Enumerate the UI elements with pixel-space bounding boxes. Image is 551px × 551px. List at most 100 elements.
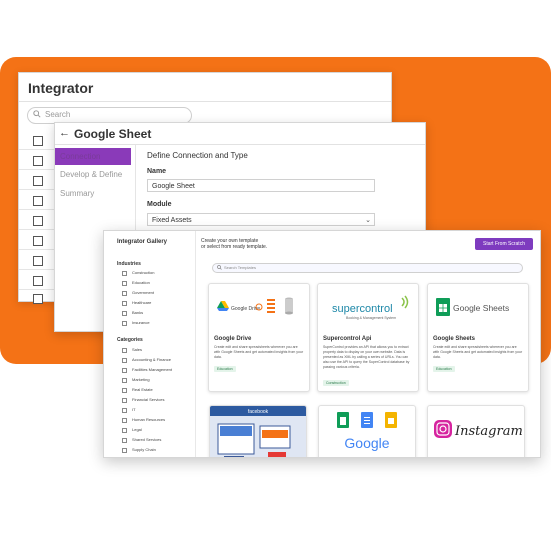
checkbox[interactable] (122, 418, 127, 423)
svg-text:Booking & Management System: Booking & Management System (346, 316, 396, 320)
supercontrol-logo: supercontrol Booking & Management System (332, 295, 409, 320)
divider (19, 209, 55, 210)
svg-text:supercontrol: supercontrol (332, 303, 393, 315)
name-field[interactable]: Google Sheet (147, 179, 375, 192)
search-placeholder: Search (45, 110, 71, 119)
template-card-instagram[interactable]: Instagram (427, 405, 525, 457)
filter-label: Shared Services (132, 437, 162, 442)
filter-label: Financial Services (132, 397, 165, 402)
card-tag: Education (214, 366, 236, 372)
module-value: Fixed Assets (152, 217, 192, 224)
template-card-google-workspace[interactable]: Google (318, 405, 416, 457)
google-apps-illustration: Google (337, 412, 397, 451)
filter-label: Supply Chain (132, 447, 156, 452)
template-card-supercontrol[interactable]: supercontrol Booking & Management System… (317, 283, 419, 392)
step-develop-define[interactable]: Develop & Define (55, 166, 131, 183)
row-checkbox[interactable] (33, 256, 43, 266)
google-sheets-logo: Google Sheets (436, 298, 509, 316)
card-title: Supercontrol Api (323, 336, 372, 342)
filter-label: Human Resources (132, 417, 166, 422)
filter-label: Real Estate (132, 387, 153, 392)
svg-text:Google Sheets: Google Sheets (453, 303, 509, 313)
card-description: SuperControl provides an API that allows… (323, 345, 410, 369)
search-icon (33, 110, 41, 118)
checkbox[interactable] (122, 301, 127, 306)
filter-label: Legal (132, 427, 142, 432)
checkbox[interactable] (122, 271, 127, 276)
divider (19, 149, 55, 150)
checkbox[interactable] (122, 281, 127, 286)
checkbox[interactable] (122, 408, 127, 413)
divider (55, 144, 425, 145)
back-arrow-icon[interactable]: ← (59, 127, 70, 139)
form-section-title: Define Connection and Type (147, 151, 248, 160)
template-card-facebook[interactable]: facebook (209, 405, 307, 457)
filter-label: Marketing (132, 377, 150, 382)
template-card-google-sheets[interactable]: Google Sheets Google Sheets Create edit … (427, 283, 529, 392)
card-title: Google Sheets (433, 336, 476, 342)
divider (19, 229, 55, 230)
row-checkbox[interactable] (33, 276, 43, 286)
step-summary[interactable]: Summary (55, 185, 131, 202)
card-tag: Education (433, 366, 455, 372)
chevron-down-icon: ⌄ (365, 217, 371, 224)
intro-line: or select from ready template. (201, 244, 268, 250)
checkbox[interactable] (122, 388, 127, 393)
divider (19, 289, 55, 290)
template-card-google-drive[interactable]: Google Drive Google Drive Create edit an… (208, 283, 310, 392)
checkbox[interactable] (122, 311, 127, 316)
filter-label: Facilities Management (132, 367, 173, 372)
integrator-gallery-window: Integrator Gallery Industries Constructi… (103, 230, 541, 458)
checkbox[interactable] (122, 348, 127, 353)
checkbox[interactable] (122, 291, 127, 296)
categories-heading: Categories (117, 337, 143, 343)
step-connection[interactable]: Connection (55, 148, 131, 165)
row-checkbox[interactable] (33, 156, 43, 166)
row-checkbox[interactable] (33, 176, 43, 186)
card-tag: Construction (323, 380, 349, 386)
start-from-scratch-button[interactable]: Start From Scratch (475, 238, 533, 250)
filter-label: Insurance (132, 320, 150, 325)
module-select[interactable]: Fixed Assets ⌄ (147, 213, 375, 226)
row-checkbox[interactable] (33, 136, 43, 146)
svg-text:Google: Google (344, 435, 389, 451)
facebook-illustration: facebook (210, 406, 306, 457)
filter-label: Banks (132, 310, 144, 315)
row-checkbox[interactable] (33, 196, 43, 206)
svg-text:Instagram: Instagram (454, 424, 523, 439)
checkbox[interactable] (122, 321, 127, 326)
filter-label: Accounting & Finance (132, 357, 171, 362)
svg-text:facebook: facebook (248, 409, 269, 415)
checkbox[interactable] (122, 378, 127, 383)
module-label: Module (147, 201, 172, 208)
card-description: Create edit and share spreadsheets where… (214, 345, 304, 359)
filter-label: Sales (132, 347, 143, 352)
sheet-title: Google Sheet (74, 127, 152, 141)
row-checkbox[interactable] (33, 294, 43, 304)
divider (19, 269, 55, 270)
template-search-input[interactable]: Search Templates (212, 263, 523, 273)
search-icon (217, 265, 222, 270)
industries-heading: Industries (117, 261, 141, 267)
integrator-table (19, 129, 55, 304)
name-value: Google Sheet (152, 183, 195, 190)
row-checkbox[interactable] (33, 216, 43, 226)
card-title: Google Drive (214, 336, 252, 342)
checkbox[interactable] (122, 438, 127, 443)
filter-label: Construction (132, 270, 155, 275)
divider (19, 169, 55, 170)
filter-label: Education (132, 280, 150, 285)
row-checkbox[interactable] (33, 236, 43, 246)
filter-label: IT (132, 407, 136, 412)
filter-label: Healthcare (132, 300, 152, 305)
gallery-sidebar: Integrator Gallery Industries Constructi… (104, 231, 196, 457)
filter-label: Government (132, 290, 155, 295)
checkbox[interactable] (122, 358, 127, 363)
name-label: Name (147, 168, 167, 175)
checkbox[interactable] (122, 448, 127, 453)
search-placeholder: Search Templates (224, 265, 256, 270)
checkbox[interactable] (122, 428, 127, 433)
checkbox[interactable] (122, 368, 127, 373)
integrator-title: Integrator (28, 80, 94, 96)
checkbox[interactable] (122, 398, 127, 403)
